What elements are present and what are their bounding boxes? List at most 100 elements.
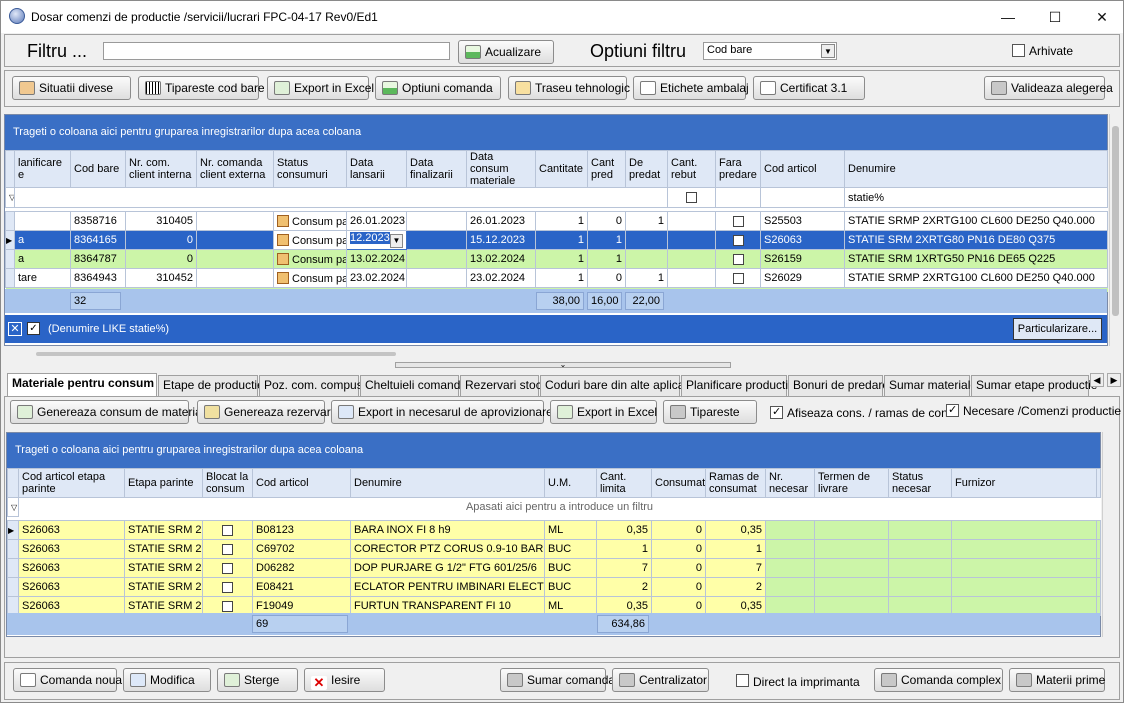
cell-nr-com-interna[interactable]: 0 [125, 249, 197, 269]
materials-group-by-area[interactable]: Trageti o coloana aici pentru gruparea i… [7, 433, 1100, 469]
col-header-nr-com-interna[interactable]: Nr. com. client interna [125, 150, 197, 188]
generate-reservations-button[interactable]: Genereaza rezervari [197, 400, 333, 424]
cell-denumire[interactable]: ECLATOR PENTRU IMBINARI ELECTROI [350, 577, 545, 597]
cell-de-predat[interactable]: 1 [625, 268, 668, 288]
date-editor-value[interactable]: 12.2023 [350, 232, 390, 244]
cell-cod-bare[interactable]: 8364943 [70, 268, 126, 288]
col-header-fara-predare[interactable]: Fara predare [715, 150, 761, 188]
cell-cod-articol[interactable]: B08123 [252, 520, 351, 540]
material-row[interactable]: S26063 STATIE SRM 2X C69702 CORECTOR PTZ CO… [7, 539, 1101, 559]
order-options-button[interactable]: Optiuni comanda [375, 76, 501, 100]
cell-extra[interactable] [1096, 520, 1101, 540]
export-excel-button[interactable]: Export in Excel [267, 76, 374, 100]
row-selector[interactable] [5, 249, 15, 269]
cell-denumire[interactable]: STATIE SRM 2XRTG80 PN16 DE80 Q375 [844, 230, 1108, 250]
blocat-checkbox[interactable] [222, 600, 233, 612]
splitter-handle[interactable]: ⌄ [395, 361, 731, 369]
cell-nr-com-externa[interactable] [196, 211, 274, 231]
tab-sumar-materiale[interactable]: Sumar materiale [884, 375, 977, 396]
row-selector[interactable] [5, 211, 15, 231]
cell-data-lansarii[interactable]: 13.02.2024 [346, 249, 407, 269]
tab-rezervari-stoc[interactable]: Rezervari stoc [460, 375, 542, 396]
direct-print-checkbox[interactable] [736, 674, 749, 687]
tab-cheltuieli-comanda[interactable]: Cheltuieli comanda [360, 375, 467, 396]
cell-data-finalizarii[interactable] [406, 211, 467, 231]
blocat-checkbox[interactable] [222, 543, 233, 555]
cell-cant-rebut[interactable] [667, 268, 716, 288]
cell-status-necesar[interactable] [888, 539, 952, 559]
col-header-um[interactable]: U.M. [544, 468, 597, 498]
col-header-cod-articol[interactable]: Cod articol [760, 150, 845, 188]
fara-predare-checkbox[interactable] [732, 234, 744, 246]
cell-termen[interactable] [814, 577, 889, 597]
fara-predare-checkbox[interactable] [732, 272, 744, 284]
cell-nr-com-externa[interactable] [196, 230, 274, 250]
cell-um[interactable]: ML [544, 520, 597, 540]
cell-fara-predare[interactable] [715, 230, 761, 250]
cell-status-necesar[interactable] [888, 558, 952, 578]
filter-cell[interactable] [760, 187, 845, 208]
modify-button[interactable]: Modifica [123, 668, 211, 692]
raw-materials-button[interactable]: Materii prime [1009, 668, 1105, 692]
col-header-data-consum[interactable]: Data consum materiale [466, 150, 536, 188]
route-button[interactable]: Traseu tehnologic [508, 76, 630, 100]
cell-denumire[interactable]: BARA INOX FI 8 h9 [350, 520, 545, 540]
filter-denumire-input[interactable]: statie% [844, 187, 1108, 208]
cell-data-consum[interactable]: 13.02.2024 [466, 249, 536, 269]
cell-planificare[interactable] [14, 211, 71, 231]
toggle-filter-checkbox[interactable]: ✓ [27, 322, 40, 335]
cell-cod-articol-etapa[interactable]: S26063 [18, 558, 125, 578]
cell-cant-pred[interactable]: 0 [587, 268, 626, 288]
filter-cell-fara-predare[interactable] [667, 187, 716, 208]
col-header-denumire[interactable]: Denumire [350, 468, 545, 498]
generate-consumption-button[interactable]: Genereaza consum de materiale [10, 400, 211, 424]
col-header-termen[interactable]: Termen de livrare [814, 468, 889, 498]
col-header-cant-limita[interactable]: Cant. limita [596, 468, 652, 498]
cell-cant-rebut[interactable] [667, 249, 716, 269]
cell-cod-articol[interactable]: D06282 [252, 558, 351, 578]
materials-filter-hint[interactable]: Apasati aici pentru a introduce un filtr… [18, 497, 1101, 517]
cell-status-necesar[interactable] [888, 520, 952, 540]
order-row[interactable]: tare 8364943 310452 Consum pa 23.02.2024 23.0… [5, 268, 1108, 288]
cell-ramas[interactable]: 7 [705, 558, 766, 578]
material-row[interactable]: S26063 STATIE SRM 2X D06282 DOP PURJARE G 1… [7, 558, 1101, 578]
close-button[interactable]: ✕ [1079, 1, 1124, 33]
cell-cod-articol[interactable]: C69702 [252, 539, 351, 559]
row-selector[interactable]: ▶ [5, 230, 15, 250]
cell-cant-limita[interactable]: 1 [596, 539, 652, 559]
material-row[interactable]: S26063 STATIE SRM 2X E08421 ECLATOR PENTRU … [7, 577, 1101, 597]
cell-cant-rebut[interactable] [667, 211, 716, 231]
cell-cant-limita[interactable]: 2 [596, 577, 652, 597]
cell-nr-necesar[interactable] [765, 577, 815, 597]
col-header-cant-pred[interactable]: Cant pred [587, 150, 626, 188]
col-header-data-lansarii[interactable]: Data lansarii [346, 150, 407, 188]
col-header-cod-bare[interactable]: Cod bare [70, 150, 126, 188]
cell-denumire[interactable]: STATIE SRMP 2XRTG100 CL600 DE250 Q40.000 [844, 211, 1108, 231]
cell-data-finalizarii[interactable] [406, 249, 467, 269]
filter-cell[interactable] [715, 187, 761, 208]
col-header-cod-articol[interactable]: Cod articol [252, 468, 351, 498]
filter-options-select[interactable]: Cod bare ▼ [703, 42, 837, 60]
filter-checkbox[interactable] [686, 192, 697, 204]
col-header-planificare[interactable]: lanificare e [14, 150, 71, 188]
filter-input[interactable] [103, 42, 450, 60]
cell-cod-articol[interactable]: E08421 [252, 577, 351, 597]
cell-denumire[interactable]: STATIE SRM 1XRTG50 PN16 DE65 Q225 [844, 249, 1108, 269]
row-selector[interactable] [7, 577, 19, 597]
cell-cod-articol-etapa[interactable]: S26063 [18, 539, 125, 559]
orders-vertical-scrollbar[interactable] [1109, 114, 1121, 346]
customize-button[interactable]: Particularizare... [1013, 318, 1102, 340]
complex-order-button[interactable]: Comanda complex [874, 668, 1003, 692]
col-header-furnizor[interactable]: Furnizor [951, 468, 1097, 498]
col-header-status-consumuri[interactable]: Status consumuri [273, 150, 347, 188]
tab-poz-com-compusa[interactable]: Poz. com. compusa [259, 375, 369, 396]
cell-data-consum[interactable]: 26.01.2023 [466, 211, 536, 231]
cell-data-consum[interactable]: 23.02.2024 [466, 268, 536, 288]
cell-status[interactable]: Consum pa [273, 230, 347, 250]
col-header-cod-articol-etapa[interactable]: Cod articol etapa parinte [18, 468, 125, 498]
tab-materiale-pentru-consum[interactable]: Materiale pentru consum [7, 373, 157, 397]
cell-consumat[interactable]: 0 [651, 577, 706, 597]
cell-cant-limita[interactable]: 7 [596, 558, 652, 578]
col-header-status-necesar[interactable]: Status necesar [888, 468, 952, 498]
tab-scroll-right-icon[interactable]: ▶ [1107, 373, 1121, 387]
